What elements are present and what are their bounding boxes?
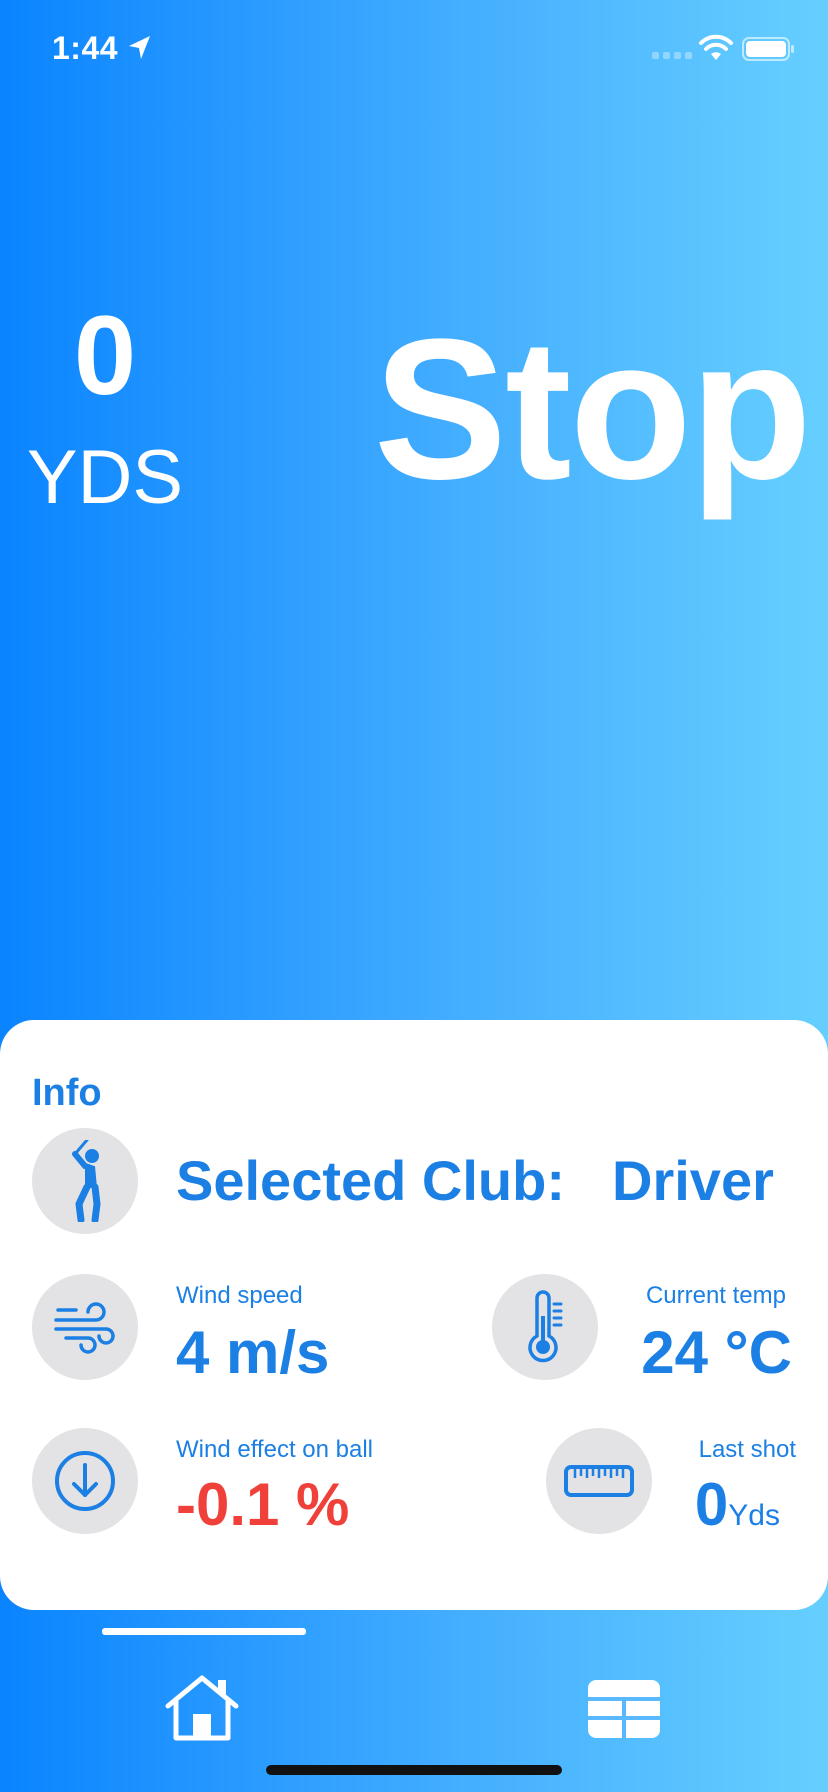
tab-table[interactable] (588, 1680, 660, 1738)
arrow-down-circle-icon (55, 1451, 115, 1511)
temp-icon-circle (492, 1274, 598, 1380)
selected-club-label: Selected Club: (176, 1149, 565, 1212)
wifi-icon (699, 34, 733, 60)
wind-speed-value: 4 m/s (176, 1319, 330, 1386)
wind-effect-label: Wind effect on ball (176, 1436, 374, 1463)
status-time: 1:44 (52, 30, 119, 66)
stop-button[interactable]: Stop (360, 310, 812, 510)
golfer-icon (72, 1140, 101, 1222)
club-icon-circle (32, 1128, 138, 1234)
home-icon (165, 1675, 239, 1741)
wind-effect-value: -0.1 % (176, 1471, 350, 1538)
location-arrow-icon (129, 36, 150, 59)
info-title: Info (32, 1072, 102, 1114)
current-temp-value: 24 °C (641, 1319, 792, 1386)
cellular-signal-icon (652, 52, 692, 59)
wind-icon (54, 1302, 115, 1354)
last-shot-value-group: 0Yds (695, 1470, 780, 1539)
last-shot-label: Last shot (698, 1436, 796, 1463)
info-card: Info Selected Club: Driver Wind speed 4 … (0, 1020, 828, 1610)
distance-unit: YDS (26, 435, 184, 520)
wind-effect-icon-circle (32, 1428, 138, 1534)
home-indicator[interactable] (266, 1765, 562, 1775)
tab-home[interactable] (164, 1674, 240, 1742)
last-shot-value: 0 (694, 1471, 729, 1538)
selected-club-value[interactable]: Driver (612, 1148, 774, 1213)
tab-selected-indicator (102, 1628, 306, 1635)
battery-icon (742, 37, 794, 61)
table-icon (588, 1680, 660, 1738)
last-shot-unit: Yds (728, 1499, 780, 1532)
current-temp-label: Current temp (645, 1282, 786, 1309)
last-shot-icon-circle (546, 1428, 652, 1534)
wind-speed-label: Wind speed (176, 1282, 303, 1309)
wind-icon-circle (32, 1274, 138, 1380)
ruler-icon (564, 1465, 634, 1497)
thermometer-icon (528, 1290, 563, 1363)
status-bar: 1:44 (0, 0, 828, 100)
distance-value: 0 (73, 293, 137, 418)
